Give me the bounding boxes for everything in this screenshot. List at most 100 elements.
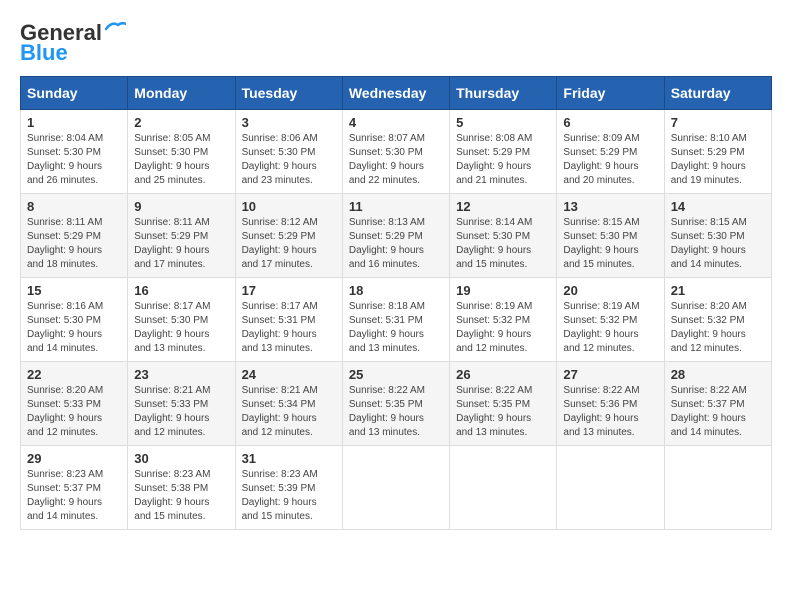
calendar-cell: 27 Sunrise: 8:22 AM Sunset: 5:36 PM Dayl… (557, 362, 664, 446)
cell-content: Sunrise: 8:07 AM Sunset: 5:30 PM Dayligh… (349, 132, 443, 188)
cell-content: Sunrise: 8:06 AM Sunset: 5:30 PM Dayligh… (242, 132, 336, 188)
weekday-header-sunday: Sunday (21, 77, 128, 110)
page-header: General Blue (20, 20, 772, 66)
calendar-cell: 23 Sunrise: 8:21 AM Sunset: 5:33 PM Dayl… (128, 362, 235, 446)
day-number: 10 (242, 199, 336, 214)
cell-content: Sunrise: 8:23 AM Sunset: 5:39 PM Dayligh… (242, 468, 336, 524)
calendar-cell: 12 Sunrise: 8:14 AM Sunset: 5:30 PM Dayl… (450, 194, 557, 278)
calendar-week-row: 15 Sunrise: 8:16 AM Sunset: 5:30 PM Dayl… (21, 278, 772, 362)
day-number: 26 (456, 367, 550, 382)
cell-content: Sunrise: 8:08 AM Sunset: 5:29 PM Dayligh… (456, 132, 550, 188)
calendar-cell: 20 Sunrise: 8:19 AM Sunset: 5:32 PM Dayl… (557, 278, 664, 362)
cell-content: Sunrise: 8:22 AM Sunset: 5:37 PM Dayligh… (671, 384, 765, 440)
cell-content: Sunrise: 8:11 AM Sunset: 5:29 PM Dayligh… (27, 216, 121, 272)
day-number: 9 (134, 199, 228, 214)
calendar-cell: 6 Sunrise: 8:09 AM Sunset: 5:29 PM Dayli… (557, 110, 664, 194)
day-number: 23 (134, 367, 228, 382)
day-number: 13 (563, 199, 657, 214)
calendar-cell (664, 446, 771, 530)
cell-content: Sunrise: 8:09 AM Sunset: 5:29 PM Dayligh… (563, 132, 657, 188)
cell-content: Sunrise: 8:22 AM Sunset: 5:35 PM Dayligh… (349, 384, 443, 440)
calendar-week-row: 29 Sunrise: 8:23 AM Sunset: 5:37 PM Dayl… (21, 446, 772, 530)
weekday-header-saturday: Saturday (664, 77, 771, 110)
day-number: 20 (563, 283, 657, 298)
cell-content: Sunrise: 8:23 AM Sunset: 5:38 PM Dayligh… (134, 468, 228, 524)
day-number: 19 (456, 283, 550, 298)
cell-content: Sunrise: 8:17 AM Sunset: 5:30 PM Dayligh… (134, 300, 228, 356)
calendar-cell: 11 Sunrise: 8:13 AM Sunset: 5:29 PM Dayl… (342, 194, 449, 278)
calendar-cell: 16 Sunrise: 8:17 AM Sunset: 5:30 PM Dayl… (128, 278, 235, 362)
calendar-cell: 26 Sunrise: 8:22 AM Sunset: 5:35 PM Dayl… (450, 362, 557, 446)
calendar-cell: 9 Sunrise: 8:11 AM Sunset: 5:29 PM Dayli… (128, 194, 235, 278)
calendar-cell (450, 446, 557, 530)
cell-content: Sunrise: 8:11 AM Sunset: 5:29 PM Dayligh… (134, 216, 228, 272)
cell-content: Sunrise: 8:12 AM Sunset: 5:29 PM Dayligh… (242, 216, 336, 272)
calendar-week-row: 22 Sunrise: 8:20 AM Sunset: 5:33 PM Dayl… (21, 362, 772, 446)
cell-content: Sunrise: 8:18 AM Sunset: 5:31 PM Dayligh… (349, 300, 443, 356)
day-number: 5 (456, 115, 550, 130)
weekday-header-tuesday: Tuesday (235, 77, 342, 110)
calendar-cell: 10 Sunrise: 8:12 AM Sunset: 5:29 PM Dayl… (235, 194, 342, 278)
cell-content: Sunrise: 8:23 AM Sunset: 5:37 PM Dayligh… (27, 468, 121, 524)
calendar-cell: 8 Sunrise: 8:11 AM Sunset: 5:29 PM Dayli… (21, 194, 128, 278)
calendar-cell: 17 Sunrise: 8:17 AM Sunset: 5:31 PM Dayl… (235, 278, 342, 362)
calendar-cell: 30 Sunrise: 8:23 AM Sunset: 5:38 PM Dayl… (128, 446, 235, 530)
cell-content: Sunrise: 8:21 AM Sunset: 5:34 PM Dayligh… (242, 384, 336, 440)
day-number: 30 (134, 451, 228, 466)
day-number: 15 (27, 283, 121, 298)
cell-content: Sunrise: 8:20 AM Sunset: 5:33 PM Dayligh… (27, 384, 121, 440)
day-number: 11 (349, 199, 443, 214)
cell-content: Sunrise: 8:13 AM Sunset: 5:29 PM Dayligh… (349, 216, 443, 272)
cell-content: Sunrise: 8:20 AM Sunset: 5:32 PM Dayligh… (671, 300, 765, 356)
calendar-cell: 24 Sunrise: 8:21 AM Sunset: 5:34 PM Dayl… (235, 362, 342, 446)
day-number: 31 (242, 451, 336, 466)
calendar-cell: 4 Sunrise: 8:07 AM Sunset: 5:30 PM Dayli… (342, 110, 449, 194)
weekday-header-thursday: Thursday (450, 77, 557, 110)
logo-bird-icon (104, 21, 126, 37)
cell-content: Sunrise: 8:17 AM Sunset: 5:31 PM Dayligh… (242, 300, 336, 356)
day-number: 8 (27, 199, 121, 214)
calendar-table: SundayMondayTuesdayWednesdayThursdayFrid… (20, 76, 772, 530)
calendar-cell: 13 Sunrise: 8:15 AM Sunset: 5:30 PM Dayl… (557, 194, 664, 278)
cell-content: Sunrise: 8:19 AM Sunset: 5:32 PM Dayligh… (456, 300, 550, 356)
calendar-cell: 18 Sunrise: 8:18 AM Sunset: 5:31 PM Dayl… (342, 278, 449, 362)
logo-text-blue: Blue (20, 40, 68, 66)
calendar-cell: 3 Sunrise: 8:06 AM Sunset: 5:30 PM Dayli… (235, 110, 342, 194)
cell-content: Sunrise: 8:14 AM Sunset: 5:30 PM Dayligh… (456, 216, 550, 272)
calendar-cell: 31 Sunrise: 8:23 AM Sunset: 5:39 PM Dayl… (235, 446, 342, 530)
cell-content: Sunrise: 8:22 AM Sunset: 5:36 PM Dayligh… (563, 384, 657, 440)
day-number: 29 (27, 451, 121, 466)
calendar-cell: 1 Sunrise: 8:04 AM Sunset: 5:30 PM Dayli… (21, 110, 128, 194)
cell-content: Sunrise: 8:15 AM Sunset: 5:30 PM Dayligh… (671, 216, 765, 272)
calendar-cell: 7 Sunrise: 8:10 AM Sunset: 5:29 PM Dayli… (664, 110, 771, 194)
calendar-cell (342, 446, 449, 530)
logo: General Blue (20, 20, 126, 66)
calendar-cell: 5 Sunrise: 8:08 AM Sunset: 5:29 PM Dayli… (450, 110, 557, 194)
day-number: 1 (27, 115, 121, 130)
calendar-cell: 19 Sunrise: 8:19 AM Sunset: 5:32 PM Dayl… (450, 278, 557, 362)
calendar-header-row: SundayMondayTuesdayWednesdayThursdayFrid… (21, 77, 772, 110)
cell-content: Sunrise: 8:21 AM Sunset: 5:33 PM Dayligh… (134, 384, 228, 440)
weekday-header-wednesday: Wednesday (342, 77, 449, 110)
day-number: 16 (134, 283, 228, 298)
day-number: 12 (456, 199, 550, 214)
calendar-week-row: 1 Sunrise: 8:04 AM Sunset: 5:30 PM Dayli… (21, 110, 772, 194)
calendar-cell: 28 Sunrise: 8:22 AM Sunset: 5:37 PM Dayl… (664, 362, 771, 446)
day-number: 27 (563, 367, 657, 382)
day-number: 3 (242, 115, 336, 130)
day-number: 22 (27, 367, 121, 382)
day-number: 21 (671, 283, 765, 298)
day-number: 25 (349, 367, 443, 382)
weekday-header-friday: Friday (557, 77, 664, 110)
cell-content: Sunrise: 8:22 AM Sunset: 5:35 PM Dayligh… (456, 384, 550, 440)
calendar-cell: 25 Sunrise: 8:22 AM Sunset: 5:35 PM Dayl… (342, 362, 449, 446)
weekday-header-monday: Monday (128, 77, 235, 110)
cell-content: Sunrise: 8:19 AM Sunset: 5:32 PM Dayligh… (563, 300, 657, 356)
day-number: 18 (349, 283, 443, 298)
cell-content: Sunrise: 8:10 AM Sunset: 5:29 PM Dayligh… (671, 132, 765, 188)
day-number: 14 (671, 199, 765, 214)
day-number: 28 (671, 367, 765, 382)
day-number: 4 (349, 115, 443, 130)
cell-content: Sunrise: 8:04 AM Sunset: 5:30 PM Dayligh… (27, 132, 121, 188)
calendar-week-row: 8 Sunrise: 8:11 AM Sunset: 5:29 PM Dayli… (21, 194, 772, 278)
